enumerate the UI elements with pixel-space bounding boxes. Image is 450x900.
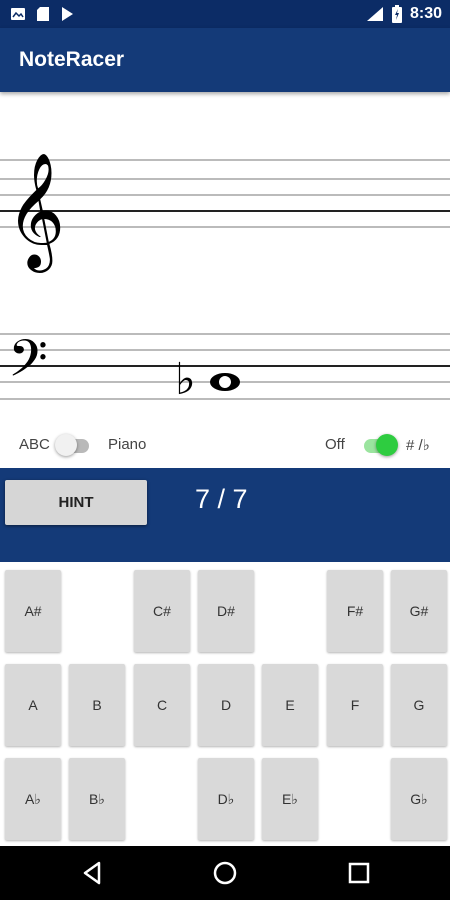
grand-staff: 𝄞 𝄢 ♭	[0, 94, 450, 414]
key-c-sharp[interactable]: C#	[134, 570, 190, 652]
score-counter: 7 / 7	[195, 484, 248, 514]
status-time: 8:30	[409, 5, 442, 22]
accidentals-label: # /♭	[406, 437, 430, 454]
key-a-sharp[interactable]: A#	[5, 570, 61, 652]
status-bar: 8:30	[0, 0, 450, 28]
key-e[interactable]: E	[262, 664, 318, 746]
hint-panel: HINT 7 / 7	[0, 468, 450, 562]
play-store-notification-icon	[62, 7, 73, 21]
treble-staff-lines	[0, 159, 450, 228]
sd-card-notification-icon	[37, 7, 49, 21]
key-a[interactable]: A	[5, 664, 61, 746]
switch-thumb	[376, 434, 398, 456]
recents-icon[interactable]	[346, 860, 372, 886]
abc-piano-switch[interactable]	[55, 434, 91, 456]
flat-accidental: ♭	[175, 354, 196, 405]
key-a-flat[interactable]: A♭	[5, 758, 61, 840]
mode-toggles: ABC Piano Off # /♭	[0, 426, 450, 464]
key-g-sharp[interactable]: G#	[391, 570, 447, 652]
back-icon[interactable]	[80, 860, 106, 886]
app-title: NoteRacer	[19, 48, 125, 71]
key-b[interactable]: B	[69, 664, 125, 746]
key-e-flat[interactable]: E♭	[262, 758, 318, 840]
key-b-flat[interactable]: B♭	[69, 758, 125, 840]
abc-label: ABC	[19, 436, 50, 453]
piano-label: Piano	[108, 436, 147, 453]
gallery-notification-icon	[11, 8, 25, 20]
key-d-sharp[interactable]: D#	[198, 570, 254, 652]
key-g[interactable]: G	[391, 664, 447, 746]
key-d-flat[interactable]: D♭	[198, 758, 254, 840]
whole-note-icon	[210, 373, 240, 391]
key-c[interactable]: C	[134, 664, 190, 746]
key-g-flat[interactable]: G♭	[391, 758, 447, 840]
off-label: Off	[325, 436, 345, 453]
key-f-sharp[interactable]: F#	[327, 570, 383, 652]
bass-clef-icon: 𝄢	[8, 328, 48, 401]
signal-icon	[366, 7, 383, 21]
app-bar: NoteRacer	[0, 28, 450, 92]
accidentals-switch[interactable]	[362, 434, 398, 456]
battery-icon	[391, 5, 402, 23]
key-d[interactable]: D	[198, 664, 254, 746]
switch-thumb	[55, 434, 77, 456]
home-icon[interactable]	[212, 860, 238, 886]
key-f[interactable]: F	[327, 664, 383, 746]
treble-clef-icon: 𝄞	[6, 151, 65, 273]
hint-button[interactable]: HINT	[5, 480, 147, 525]
navigation-bar	[0, 846, 450, 900]
